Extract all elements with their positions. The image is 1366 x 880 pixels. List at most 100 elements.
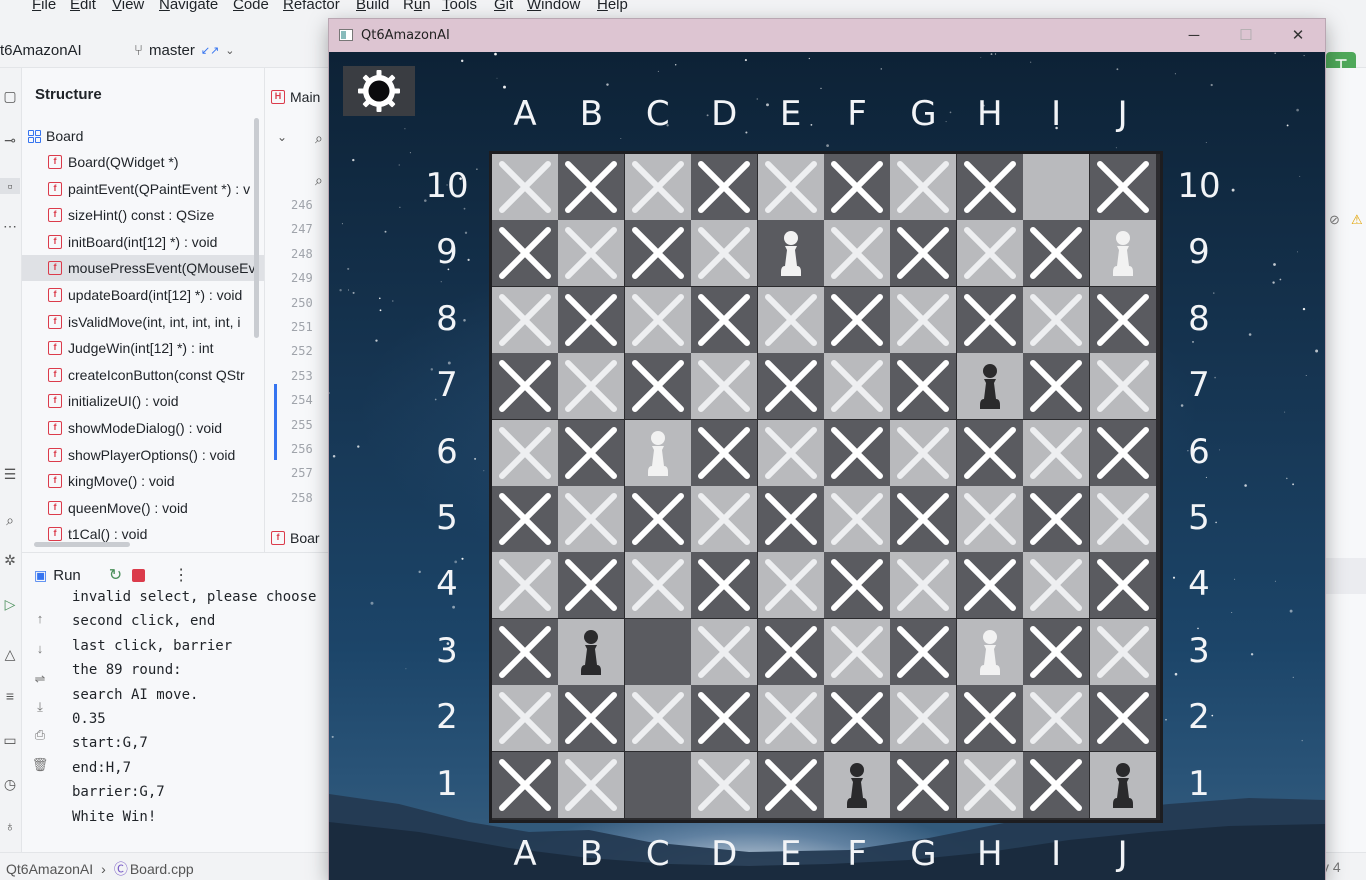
breadcrumb-project[interactable]: Qt6AmazonAI [6, 861, 93, 877]
messages-icon[interactable]: ≡ [0, 688, 20, 704]
scroll-down-icon[interactable]: ↓ [30, 641, 50, 656]
structure-item[interactable]: f showPlayerOptions() : void [48, 442, 264, 468]
commit-icon[interactable]: ⊸ [0, 132, 20, 149]
board-cell-blocked[interactable] [757, 353, 824, 420]
board-cell-blocked[interactable] [558, 486, 625, 552]
board-cell-blocked[interactable] [1023, 220, 1090, 287]
board-cell-black-amazon[interactable] [824, 751, 890, 818]
structure-item[interactable]: f initBoard(int[12] *) : void [48, 229, 264, 255]
board-cell-blocked[interactable] [492, 286, 558, 353]
board-cell-blocked[interactable] [757, 552, 824, 619]
rerun-icon[interactable]: ↻ [109, 565, 122, 585]
board-cell-blocked[interactable] [492, 220, 558, 287]
board-cell-blocked[interactable] [1089, 486, 1156, 552]
board-cell-blocked[interactable] [824, 220, 890, 287]
board-cell-blocked[interactable] [1089, 685, 1156, 752]
board-cell-black-amazon[interactable] [956, 353, 1023, 420]
board-cell-blocked[interactable] [492, 685, 558, 752]
board-cell-blocked[interactable] [824, 618, 890, 685]
structure-item[interactable]: f showModeDialog() : void [48, 415, 264, 441]
structure-scrollbar[interactable] [254, 118, 259, 338]
board-cell-blocked[interactable] [492, 751, 558, 818]
scroll-up-icon[interactable]: ↑ [30, 611, 50, 626]
board-cell-white-amazon[interactable] [1089, 220, 1156, 287]
board-cell-blocked[interactable] [691, 220, 758, 287]
menu-code[interactable]: Code [233, 0, 269, 13]
soft-wrap-icon[interactable]: ⇌ [30, 671, 50, 687]
board-cell-blocked[interactable] [890, 419, 957, 486]
board-cell-blocked[interactable] [624, 353, 691, 420]
board-cell-blocked[interactable] [890, 618, 957, 685]
board-cell-blocked[interactable] [492, 419, 558, 486]
warning-icon[interactable]: ⚠ [1351, 212, 1363, 228]
menu-navigate[interactable]: Navigate [159, 0, 218, 13]
chevron-down-icon[interactable]: ⌄ [277, 130, 287, 144]
project-panel-icon[interactable]: ▢ [0, 88, 20, 105]
board-cell-blocked[interactable] [558, 419, 625, 486]
structure-root-board[interactable]: Board [28, 128, 83, 144]
board-cell-blocked[interactable] [1089, 552, 1156, 619]
board-cell-blocked[interactable] [757, 419, 824, 486]
board-cell-blocked[interactable] [1023, 751, 1090, 818]
board-cell-empty[interactable] [1023, 154, 1090, 220]
board-cell-blocked[interactable] [492, 618, 558, 685]
board-cell-blocked[interactable] [824, 552, 890, 619]
settings-button[interactable] [343, 66, 415, 116]
board-cell-blocked[interactable] [492, 353, 558, 420]
board-cell-blocked[interactable] [624, 154, 691, 220]
board-cell-blocked[interactable] [1089, 286, 1156, 353]
menu-file[interactable]: File [32, 0, 56, 13]
board-cell-blocked[interactable] [890, 154, 957, 220]
board-cell-blocked[interactable] [691, 353, 758, 420]
menu-view[interactable]: View [112, 0, 144, 13]
project-name[interactable]: t6AmazonAI [0, 42, 82, 59]
board-cell-blocked[interactable] [1089, 618, 1156, 685]
structure-item[interactable]: f queenMove() : void [48, 495, 264, 521]
board-cell-blocked[interactable] [890, 685, 957, 752]
run-tab-label[interactable]: Run [53, 567, 81, 584]
board-cell-blocked[interactable] [890, 486, 957, 552]
board-cell-blocked[interactable] [956, 685, 1023, 752]
board-cell-blocked[interactable] [691, 552, 758, 619]
search-icon[interactable]: ⌕ [315, 130, 323, 147]
scroll-to-end-icon[interactable]: ⤓ [30, 699, 50, 715]
board-cell-empty[interactable] [624, 618, 691, 685]
board-cell-blocked[interactable] [757, 618, 824, 685]
board-cell-blocked[interactable] [824, 286, 890, 353]
structure-panel-icon[interactable]: ▫ [0, 178, 20, 194]
board-cell-blocked[interactable] [1023, 685, 1090, 752]
search-icon[interactable]: ⌕ [315, 172, 323, 189]
clear-trash-icon[interactable]: 🗑 [30, 757, 50, 773]
board-cell-blocked[interactable] [757, 286, 824, 353]
board-cell-blocked[interactable] [691, 618, 758, 685]
debug-icon[interactable]: ✲ [0, 552, 20, 569]
board-cell-blocked[interactable] [691, 486, 758, 552]
structure-horizontal-scrollbar[interactable] [34, 542, 130, 547]
structure-item[interactable]: f mousePressEvent(QMouseEv [22, 255, 264, 282]
structure-item[interactable]: f sizeHint() const : QSize [48, 202, 264, 228]
board-cell-blocked[interactable] [824, 685, 890, 752]
board-cell-blocked[interactable] [691, 685, 758, 752]
board-cell-blocked[interactable] [1089, 353, 1156, 420]
board-cell-blocked[interactable] [890, 751, 957, 818]
board-cell-blocked[interactable] [956, 419, 1023, 486]
menu-refactor[interactable]: Refactor [283, 0, 340, 13]
board-cell-blocked[interactable] [1023, 486, 1090, 552]
menu-tools[interactable]: Tools [442, 0, 477, 13]
more-tools-icon[interactable]: ⋯ [0, 218, 20, 235]
board-cell-blocked[interactable] [890, 286, 957, 353]
git-branch-widget[interactable]: ⑂ master ↙↗ ⌄ [134, 42, 235, 59]
structure-item[interactable]: f kingMove() : void [48, 468, 264, 494]
board-cell-blocked[interactable] [691, 154, 758, 220]
structure-item[interactable]: f JudgeWin(int[12] *) : int [48, 335, 264, 361]
close-button[interactable]: ✕ [1272, 19, 1324, 52]
search-icon[interactable]: ⌕ [0, 512, 20, 529]
board-cell-blocked[interactable] [956, 154, 1023, 220]
board-cell-empty[interactable] [624, 751, 691, 818]
board-cell-blocked[interactable] [824, 154, 890, 220]
structure-item[interactable]: f Board(QWidget *) [48, 149, 264, 175]
todo-icon[interactable]: ☰ [0, 466, 20, 483]
git-icon[interactable]: ♁ [0, 818, 20, 834]
run-tool-icon[interactable]: ▷ [0, 596, 20, 613]
board-cell-blocked[interactable] [1023, 286, 1090, 353]
